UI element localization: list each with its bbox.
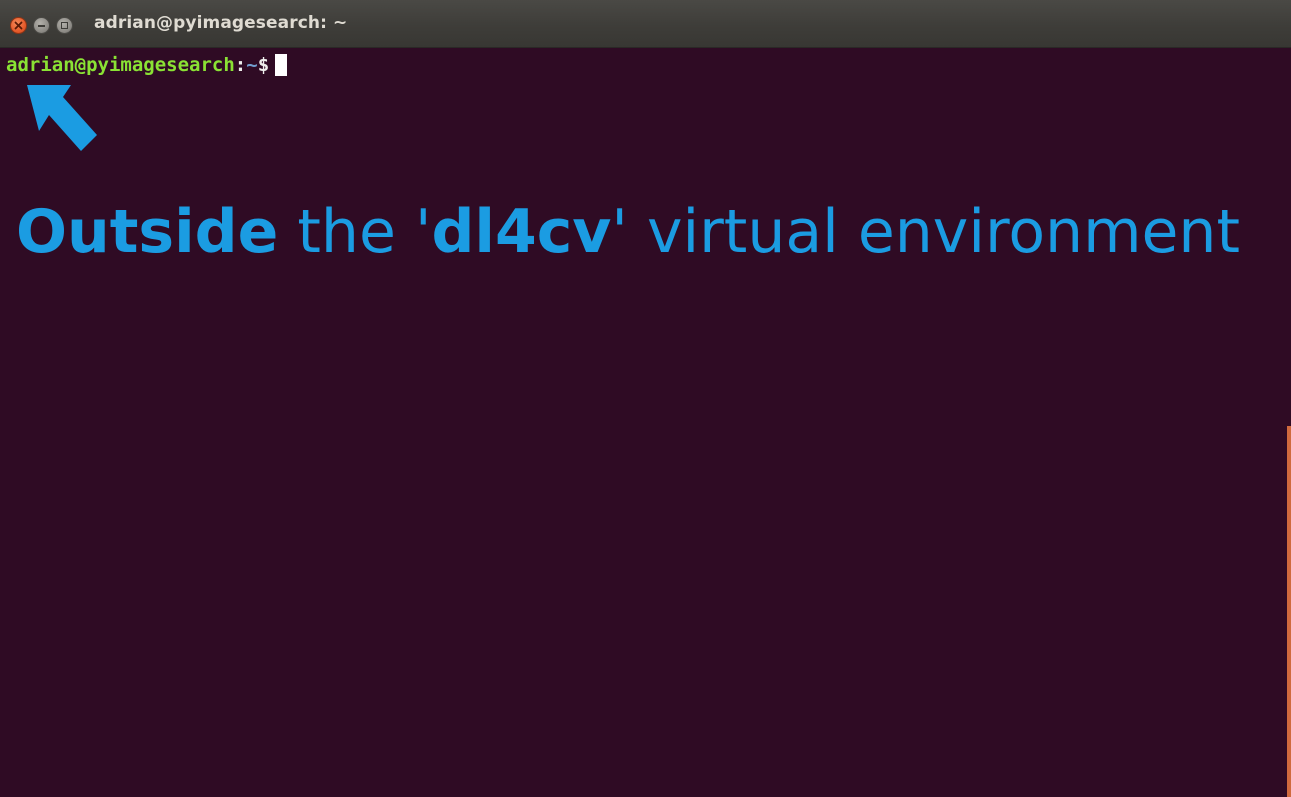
shell-prompt: adrian@pyimagesearch:~$ [6,54,288,76]
window-title: adrian@pyimagesearch: ~ [94,13,348,33]
minimize-icon [38,25,45,27]
terminal-area[interactable]: adrian@pyimagesearch:~$ Outside the 'dl4… [0,48,1291,797]
annotation-the: the ' [278,197,432,267]
scrollbar[interactable] [1287,426,1291,797]
annotation-outside: Outside [16,197,279,267]
annotation-env-name: dl4cv [431,197,612,267]
minimize-button[interactable] [33,17,50,34]
prompt-symbol: $ [257,54,270,76]
annotation-virtual-environment: ' virtual environment [611,197,1240,267]
prompt-user-host: adrian@pyimagesearch [6,54,235,76]
arrow-up-left-icon [27,85,97,151]
annotation-text: Outside the 'dl4cv' virtual environment [16,196,1240,268]
prompt-path: ~ [246,54,258,76]
title-bar[interactable]: adrian@pyimagesearch: ~ [0,0,1291,48]
maximize-icon [61,22,68,29]
close-button[interactable] [10,17,27,34]
terminal-window: adrian@pyimagesearch: ~ adrian@pyimagese… [0,0,1291,797]
prompt-colon: : [234,54,247,76]
close-icon [14,21,23,30]
maximize-button[interactable] [56,17,73,34]
text-cursor [275,54,288,76]
